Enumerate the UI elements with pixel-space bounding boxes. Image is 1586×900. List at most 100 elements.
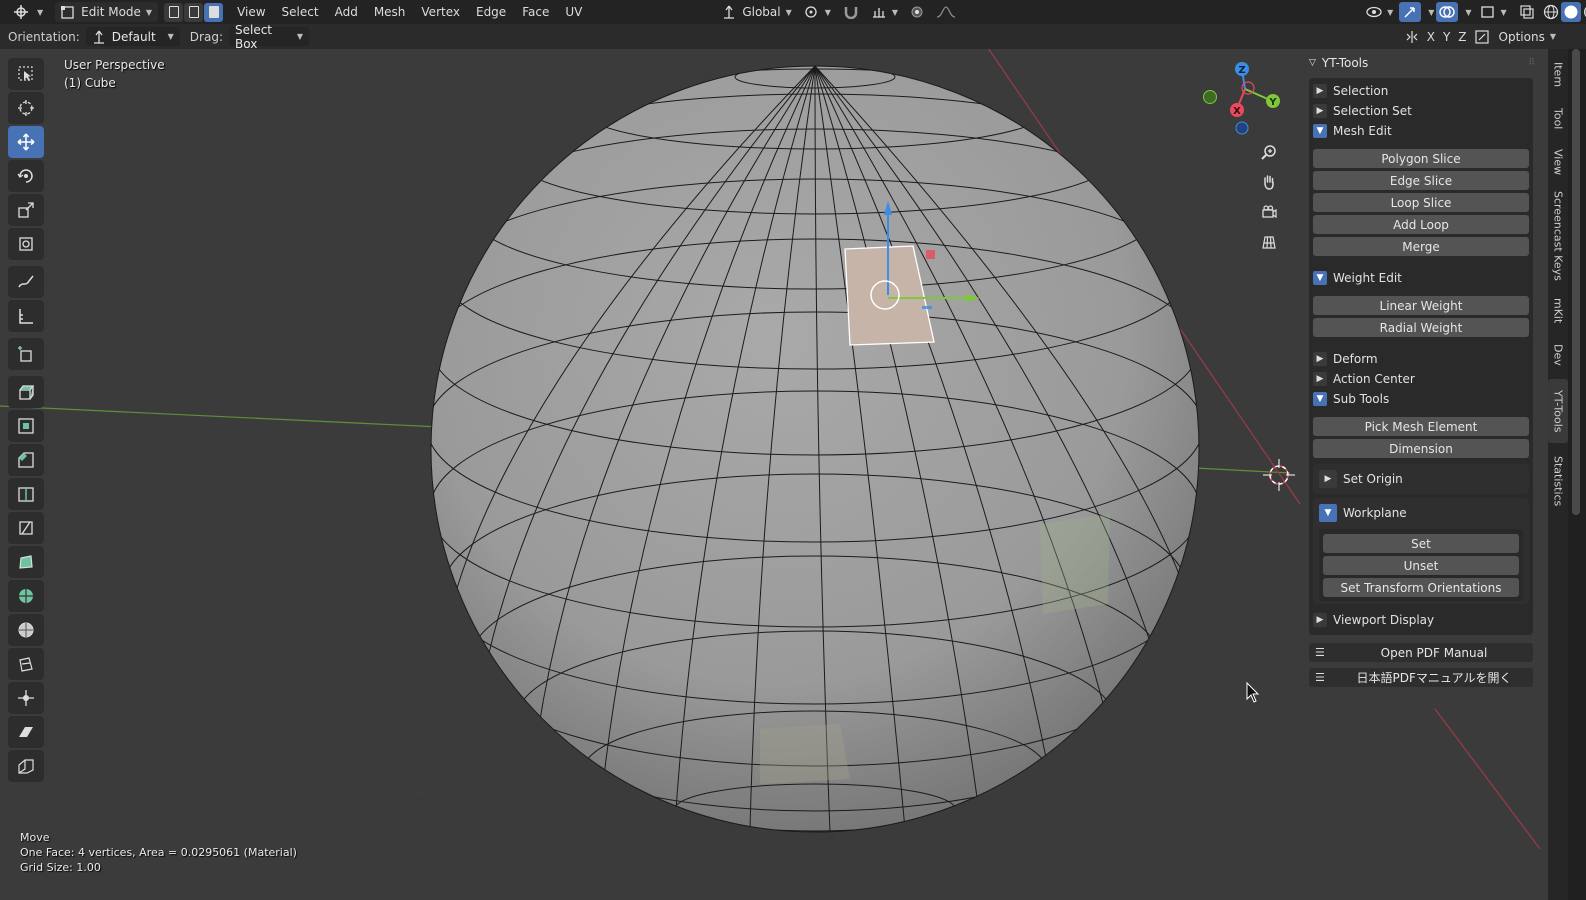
menu-face[interactable]: Face: [514, 2, 557, 22]
section-deform[interactable]: ▶ Deform: [1313, 349, 1529, 369]
move-gizmo-plane-handle[interactable]: [926, 250, 935, 259]
add-cube-tool[interactable]: [8, 338, 44, 370]
mirror-x-toggle[interactable]: X: [1423, 27, 1439, 47]
linear-weight-button[interactable]: Linear Weight: [1313, 296, 1529, 315]
options-dropdown[interactable]: Options ▼: [1493, 27, 1562, 47]
ortho-toggle-button[interactable]: [1257, 230, 1281, 254]
snap-toggle[interactable]: [837, 2, 865, 22]
orientation-dropdown[interactable]: Default ▼: [85, 27, 180, 46]
transform-orientation-dropdown[interactable]: Global ▼: [716, 2, 797, 22]
rotate-tool[interactable]: [8, 160, 44, 192]
tab-dev[interactable]: Dev: [1548, 337, 1568, 373]
annotate-tool[interactable]: [8, 266, 44, 298]
tab-mkit[interactable]: mKit: [1548, 291, 1568, 331]
inset-faces-tool[interactable]: [8, 410, 44, 442]
section-viewport-display[interactable]: ▶ Viewport Display: [1313, 610, 1529, 630]
mirror-toggle[interactable]: [1401, 27, 1423, 47]
menu-vertex[interactable]: Vertex: [413, 2, 468, 22]
proportional-falloff-dropdown[interactable]: [930, 2, 962, 22]
menu-edge[interactable]: Edge: [468, 2, 514, 22]
section-set-origin[interactable]: ▶ Set Origin: [1319, 467, 1523, 491]
polygon-slice-button[interactable]: Polygon Slice: [1313, 149, 1529, 168]
sidebar-scrollbar[interactable]: [1568, 49, 1586, 900]
visibility-dropdown[interactable]: ▼: [1360, 2, 1399, 22]
pick-mesh-element-button[interactable]: Pick Mesh Element: [1313, 417, 1529, 436]
vertex-select-button[interactable]: [164, 2, 184, 22]
menu-mesh[interactable]: Mesh: [366, 2, 414, 22]
gizmo-toggle[interactable]: [1399, 2, 1422, 22]
mesh-edit-overlay-dropdown[interactable]: ▼: [1474, 2, 1513, 22]
shading-material-button[interactable]: [1581, 2, 1586, 22]
mode-dropdown[interactable]: Edit Mode ▼: [55, 2, 159, 22]
xray-toggle[interactable]: [1513, 2, 1541, 22]
menu-uv[interactable]: UV: [557, 2, 590, 22]
open-pdf-manual-jp-button[interactable]: ☰ 日本語PDFマニュアルを開く: [1309, 668, 1533, 687]
move-gizmo-plane-handle[interactable]: [922, 306, 932, 309]
section-mesh-edit[interactable]: ▼ Mesh Edit: [1313, 121, 1529, 141]
spin-tool[interactable]: [8, 580, 44, 612]
snap-target-dropdown[interactable]: ▼: [865, 2, 904, 22]
section-selection-set[interactable]: ▶ Selection Set: [1313, 101, 1529, 121]
scrollbar-thumb[interactable]: [1572, 49, 1580, 515]
editor-type-button[interactable]: ▼: [8, 2, 49, 22]
tab-view[interactable]: View: [1548, 143, 1568, 181]
tab-item[interactable]: Item: [1548, 55, 1568, 95]
move-tool[interactable]: [8, 126, 44, 158]
tab-statistics[interactable]: Statistics: [1548, 449, 1568, 513]
radial-weight-button[interactable]: Radial Weight: [1313, 318, 1529, 337]
pivot-point-dropdown[interactable]: ▼: [798, 2, 837, 22]
shrink-fatten-tool[interactable]: [8, 682, 44, 714]
extrude-region-tool[interactable]: [8, 376, 44, 408]
bevel-tool[interactable]: [8, 444, 44, 476]
tab-yt-tools[interactable]: YT-Tools: [1548, 379, 1568, 443]
menu-select[interactable]: Select: [274, 2, 327, 22]
tab-screencast-keys[interactable]: Screencast Keys: [1548, 187, 1568, 285]
panel-header[interactable]: ▽ YT-Tools ⠿: [1303, 52, 1539, 74]
edge-slice-button[interactable]: Edge Slice: [1313, 171, 1529, 190]
scale-tool[interactable]: [8, 194, 44, 226]
gizmo-dropdown[interactable]: ▼: [1421, 2, 1436, 22]
rip-region-tool[interactable]: [8, 750, 44, 782]
camera-view-button[interactable]: [1257, 200, 1281, 224]
mirror-z-toggle[interactable]: Z: [1454, 27, 1470, 47]
zoom-button[interactable]: [1257, 140, 1281, 164]
section-sub-tools[interactable]: ▼ Sub Tools: [1313, 389, 1529, 409]
knife-tool[interactable]: [8, 512, 44, 544]
shear-tool[interactable]: [8, 716, 44, 748]
section-weight-edit[interactable]: ▼ Weight Edit: [1313, 268, 1529, 288]
overlay-dropdown[interactable]: ▼: [1458, 2, 1473, 22]
section-selection[interactable]: ▶ Selection: [1313, 81, 1529, 101]
shading-solid-button[interactable]: [1560, 2, 1581, 22]
menu-view[interactable]: View: [229, 2, 273, 22]
pan-button[interactable]: [1257, 170, 1281, 194]
proportional-edit-toggle[interactable]: [904, 2, 930, 22]
set-transform-orientations-button[interactable]: Set Transform Orientations: [1323, 578, 1519, 597]
smooth-tool[interactable]: [8, 614, 44, 646]
shading-wireframe-button[interactable]: [1541, 2, 1561, 22]
select-box-tool[interactable]: [8, 58, 44, 90]
open-pdf-manual-button[interactable]: ☰ Open PDF Manual: [1309, 643, 1533, 662]
add-loop-button[interactable]: Add Loop: [1313, 215, 1529, 234]
drag-dropdown[interactable]: Select Box ▼: [228, 23, 309, 51]
workplane-unset-button[interactable]: Unset: [1323, 556, 1519, 575]
section-action-center[interactable]: ▶ Action Center: [1313, 369, 1529, 389]
overlay-toggle[interactable]: [1436, 2, 1459, 22]
mirror-y-toggle[interactable]: Y: [1439, 27, 1454, 47]
loop-cut-tool[interactable]: [8, 478, 44, 510]
measure-tool[interactable]: [8, 300, 44, 332]
cursor-tool[interactable]: [8, 92, 44, 124]
uv-sync-toggle[interactable]: [1471, 27, 1493, 47]
edge-slide-tool[interactable]: [8, 648, 44, 680]
workplane-set-button[interactable]: Set: [1323, 534, 1519, 553]
loop-slice-button[interactable]: Loop Slice: [1313, 193, 1529, 212]
edge-select-button[interactable]: [184, 2, 204, 22]
poly-build-tool[interactable]: [8, 546, 44, 578]
dimension-button[interactable]: Dimension: [1313, 439, 1529, 458]
tab-tool[interactable]: Tool: [1548, 101, 1568, 137]
merge-button[interactable]: Merge: [1313, 237, 1529, 256]
menu-add[interactable]: Add: [327, 2, 366, 22]
section-workplane[interactable]: ▼ Workplane: [1319, 501, 1523, 525]
drag-handle-icon[interactable]: ⠿: [1528, 58, 1535, 68]
face-select-button[interactable]: [204, 2, 224, 22]
transform-tool[interactable]: [8, 228, 44, 260]
